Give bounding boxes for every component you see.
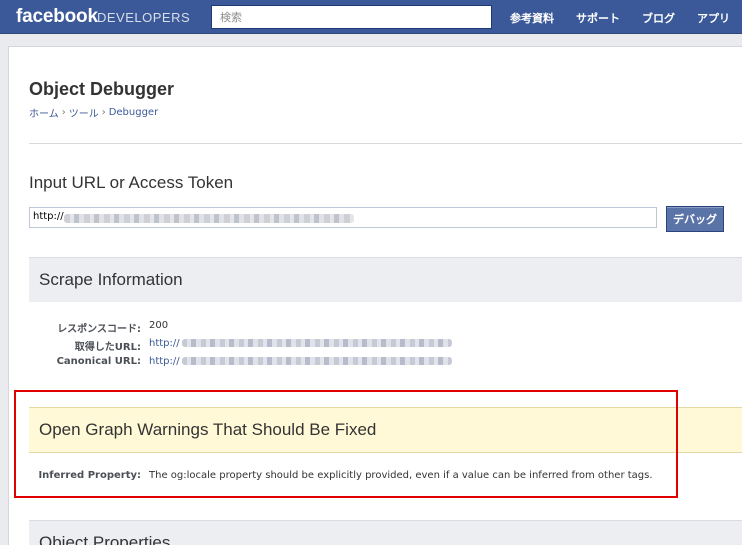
url-input[interactable]: http://: [29, 207, 657, 228]
breadcrumb-home[interactable]: ホーム: [29, 105, 59, 120]
input-label: Input URL or Access Token: [29, 173, 234, 192]
search-input[interactable]: [212, 6, 491, 29]
divider: [29, 143, 742, 144]
facebook-logo[interactable]: facebook: [16, 6, 98, 28]
nav-apps[interactable]: アプリ: [697, 10, 730, 26]
blurred-url: [181, 339, 452, 347]
top-nav: 参考資料 サポート ブログ アプリ: [510, 10, 730, 26]
og-warnings-title: Open Graph Warnings That Should Be Fixed: [39, 420, 377, 439]
object-properties-title: Object Properties: [39, 533, 171, 545]
scrape-information-title: Scrape Information: [39, 270, 183, 289]
inferred-property-label: Inferred Property:: [38, 470, 141, 481]
url-prefix: http://: [33, 211, 64, 222]
fetched-url-link[interactable]: http://: [149, 338, 180, 349]
nav-support[interactable]: サポート: [576, 10, 620, 26]
breadcrumb-tools[interactable]: ツール: [69, 105, 99, 120]
search-box[interactable]: [211, 5, 492, 29]
fetched-url-label: 取得したURL:: [74, 342, 141, 353]
blurred-url: [64, 214, 354, 223]
canonical-url-value[interactable]: http://: [149, 356, 452, 367]
blurred-url: [181, 357, 452, 365]
nav-reference[interactable]: 参考資料: [510, 10, 554, 26]
breadcrumb-debugger[interactable]: Debugger: [109, 107, 159, 118]
debug-button[interactable]: デバッグ: [666, 206, 724, 232]
response-code-value: 200: [149, 320, 169, 331]
object-properties-header: Object Properties: [29, 520, 742, 545]
breadcrumb: ホーム › ツール › Debugger: [29, 105, 158, 120]
nav-blog[interactable]: ブログ: [642, 10, 675, 26]
inferred-property-message: The og:locale property should be explici…: [149, 470, 653, 481]
page-title: Object Debugger: [29, 79, 175, 99]
developers-label[interactable]: DEVELOPERS: [97, 10, 190, 25]
canonical-url-label: Canonical URL:: [56, 356, 141, 367]
fetched-url-value[interactable]: http://: [149, 338, 452, 349]
breadcrumb-separator-icon: ›: [61, 107, 66, 118]
canonical-url-link[interactable]: http://: [149, 356, 180, 367]
top-bar: facebook DEVELOPERS 参考資料 サポート ブログ アプリ: [0, 0, 742, 34]
scrape-information-header: Scrape Information: [29, 257, 742, 302]
og-warnings-header: Open Graph Warnings That Should Be Fixed: [29, 407, 742, 453]
content-card: Object Debugger ホーム › ツール › Debugger Inp…: [8, 46, 742, 545]
breadcrumb-separator-icon: ›: [101, 107, 106, 118]
response-code-label: レスポンスコード:: [57, 324, 141, 335]
